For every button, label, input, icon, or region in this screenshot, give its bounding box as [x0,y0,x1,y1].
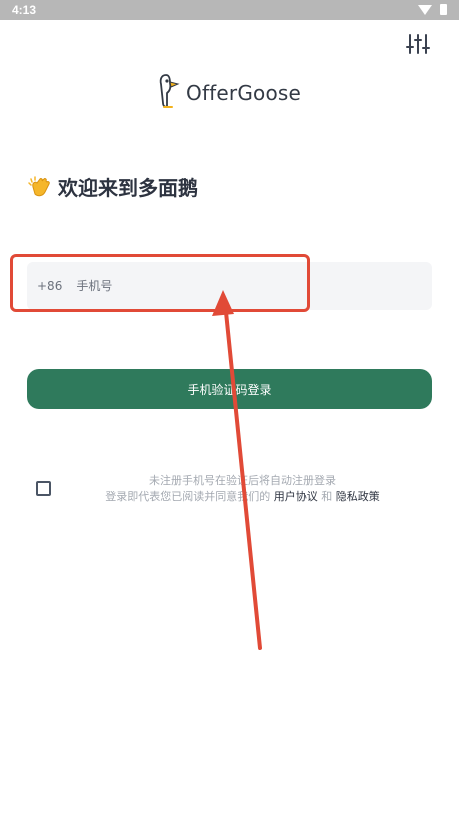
battery-icon [440,4,447,15]
user-agreement-link[interactable]: 用户协议 [274,490,318,503]
brand-name: OfferGoose [186,81,302,105]
status-time: 4:13 [12,3,37,17]
country-code[interactable]: +86 [37,279,62,293]
sliders-icon[interactable] [405,33,431,55]
phone-field[interactable]: +86 [27,262,432,310]
agreement-checkbox[interactable] [36,481,51,496]
agreement-and: 和 [321,490,333,503]
wifi-icon [418,4,432,15]
login-screen: 4:13 OfferGoose 欢迎来到多面鹅 +86 手机号 手机验证码登录 … [0,0,459,817]
privacy-policy-link[interactable]: 隐私政策 [336,490,380,503]
agreement-line-1: 未注册手机号在验证后将自动注册登录 [149,474,336,487]
goose-logo-icon [158,73,180,113]
welcome-heading: 欢迎来到多面鹅 [28,172,198,201]
brand-logo: OfferGoose [158,73,301,113]
agreement-text: 未注册手机号在验证后将自动注册登录 登录即代表您已阅读并同意我们的 用户协议 和… [70,473,415,505]
welcome-title: 欢迎来到多面鹅 [58,176,198,200]
status-icons [418,4,447,15]
agreement-prefix: 登录即代表您已阅读并同意我们的 [105,490,271,503]
phone-input[interactable] [76,279,377,293]
status-bar: 4:13 [0,0,459,20]
agreement-line-2: 登录即代表您已阅读并同意我们的 用户协议 和 隐私政策 [70,489,415,505]
clapping-hands-icon [28,175,52,199]
sms-login-button[interactable]: 手机验证码登录 [27,369,432,409]
